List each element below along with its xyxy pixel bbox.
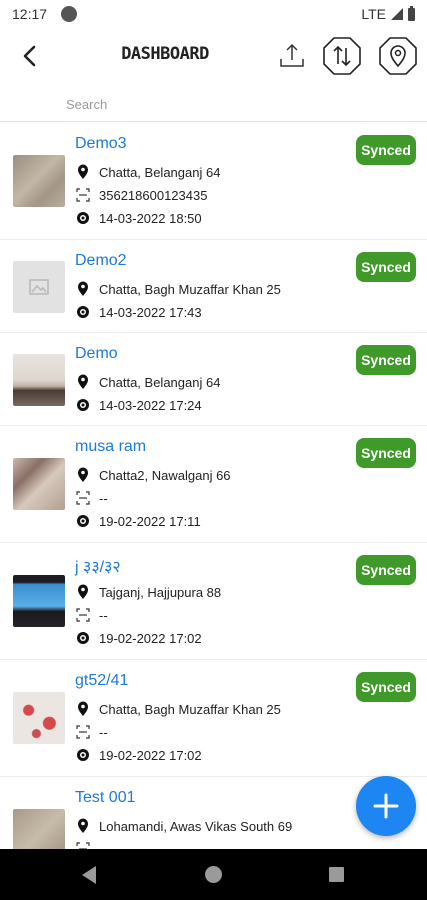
record-datetime: 19-02-2022 17:02 [75,746,202,764]
scan-icon [75,724,91,740]
record-id: -- [75,606,108,624]
list-item[interactable]: Demo Chatta, Belanganj 64 14-03-2022 17:… [0,333,427,426]
record-thumbnail [13,458,65,510]
synced-badge: Synced [356,555,416,585]
camera-icon [75,747,91,763]
nav-home-icon[interactable] [205,866,222,883]
camera-icon [75,304,91,320]
add-record-button[interactable] [356,776,416,836]
record-datetime: 14-03-2022 17:24 [75,396,202,414]
record-name: Demo2 [75,252,127,269]
location-pin-icon [379,37,417,75]
location-pin-icon [75,818,91,834]
record-id: -- [75,723,108,741]
status-bar: 12:17 LTE [0,0,427,28]
record-id [75,840,99,849]
scan-icon [75,187,91,203]
synced-badge: Synced [356,438,416,468]
list-item[interactable]: Demo2 Chatta, Bagh Muzaffar Khan 25 14-0… [0,240,427,333]
signal-icon [391,8,403,20]
record-datetime: 19-02-2022 17:11 [75,512,201,530]
location-pin-icon [75,164,91,180]
location-button[interactable] [378,36,418,76]
camera-icon [75,210,91,226]
record-name: Demo3 [75,135,127,152]
record-name: gt52/41 [75,672,129,689]
nav-recents-icon[interactable] [329,867,344,882]
record-location: Chatta, Bagh Muzaffar Khan 25 [75,700,281,718]
nav-back-icon[interactable] [82,866,96,884]
list-item[interactable]: musa ram Chatta2, Nawalganj 66 -- 19-02-… [0,426,427,543]
record-location: Chatta, Belanganj 64 [75,163,220,181]
record-id: -- [75,489,108,507]
upload-icon [280,43,304,67]
record-thumbnail [13,809,65,849]
camera-icon [75,513,91,529]
record-list[interactable]: Demo3 Chatta, Belanganj 64 3562186001234… [0,123,427,849]
search-input[interactable] [66,92,406,116]
record-thumbnail [13,155,65,207]
record-location: Chatta2, Nawalganj 66 [75,466,231,484]
synced-badge: Synced [356,345,416,375]
camera-icon [75,630,91,646]
record-thumbnail [13,354,65,406]
image-placeholder-icon [29,279,49,295]
synced-badge: Synced [356,252,416,282]
location-pin-icon [75,584,91,600]
list-item[interactable]: j ३३/३२ Tajganj, Hajjupura 88 -- 19-02-2… [0,543,427,660]
list-item[interactable]: Demo3 Chatta, Belanganj 64 3562186001234… [0,123,427,240]
record-name: musa ram [75,438,147,455]
location-pin-icon [75,701,91,717]
search-bar [0,88,427,122]
camera-icon [75,397,91,413]
record-thumbnail [13,692,65,744]
record-thumbnail [13,575,65,627]
status-indicators: LTE [361,5,415,22]
record-location: Chatta, Belanganj 64 [75,373,220,391]
plus-icon [373,793,399,819]
notification-dot-icon [61,6,78,22]
record-datetime: 19-02-2022 17:02 [75,629,202,647]
record-location: Tajganj, Hajjupura 88 [75,583,221,601]
network-label: LTE [361,6,386,22]
record-datetime: 14-03-2022 17:43 [75,303,202,321]
synced-badge: Synced [356,672,416,702]
list-item[interactable]: gt52/41 Chatta, Bagh Muzaffar Khan 25 --… [0,660,427,777]
record-name: Test 001 [75,789,136,806]
location-pin-icon [75,467,91,483]
battery-icon [408,5,415,21]
scan-icon [75,490,91,506]
sync-icon [323,37,361,75]
record-name: j ३३/३२ [75,559,121,576]
record-id: 356218600123435 [75,186,207,204]
location-pin-icon [75,281,91,297]
sync-button[interactable] [322,36,362,76]
record-location: Chatta, Bagh Muzaffar Khan 25 [75,280,281,298]
status-time: 12:17 [12,6,48,22]
location-pin-icon [75,374,91,390]
record-thumbnail [13,261,65,313]
record-location: Lohamandi, Awas Vikas South 69 [75,817,292,835]
synced-badge: Synced [356,135,416,165]
record-name: Demo [75,345,118,362]
scan-icon [75,607,91,623]
record-datetime: 14-03-2022 18:50 [75,209,202,227]
scan-icon [75,841,91,849]
app-bar: DASHBOARD [0,28,427,84]
system-nav-bar [0,849,427,900]
upload-button[interactable] [272,36,312,76]
